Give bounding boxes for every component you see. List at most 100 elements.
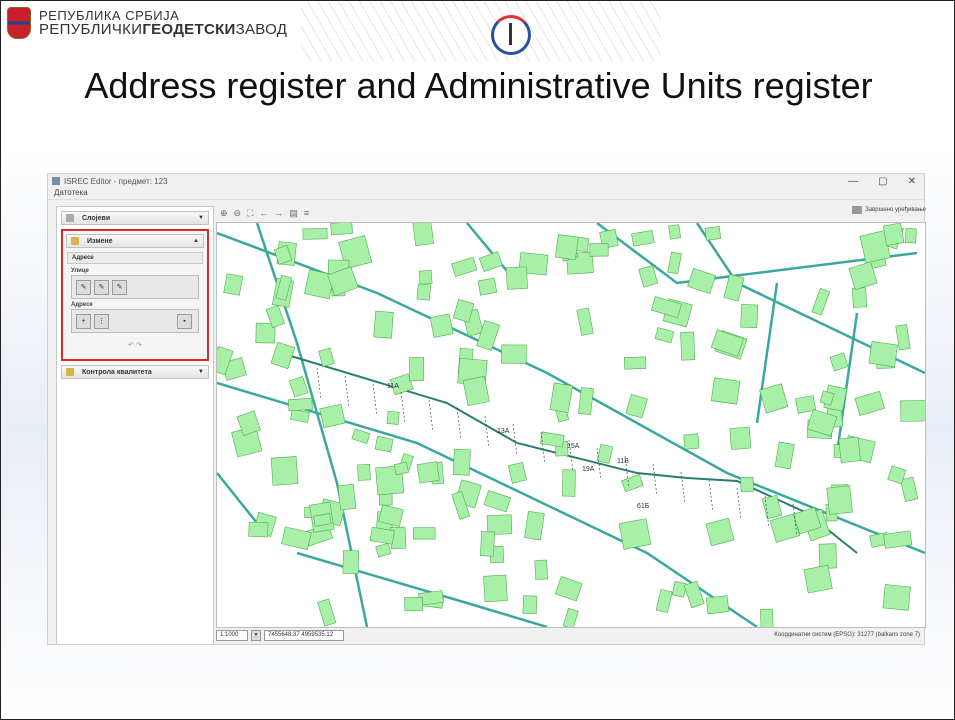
building-parcel	[668, 224, 682, 240]
streets-tool-group: ✎ ✎ ✎	[71, 275, 199, 299]
checklist-icon	[66, 368, 74, 376]
building-parcel	[596, 443, 614, 464]
back-icon[interactable]: ←	[259, 208, 268, 218]
close-button[interactable]: ✕	[908, 176, 916, 187]
building-parcel	[638, 265, 659, 288]
building-parcel	[811, 287, 831, 316]
building-parcel	[248, 521, 269, 538]
edit-street-button[interactable]: ✎	[94, 279, 109, 295]
building-parcel	[409, 357, 425, 382]
building-parcel	[555, 234, 579, 261]
minimize-button[interactable]: —	[848, 176, 858, 187]
building-parcel	[826, 485, 853, 515]
undo-redo-arrows[interactable]: ↶ ↷	[63, 341, 207, 349]
building-parcel	[287, 397, 313, 412]
address-connector	[484, 415, 490, 449]
organization-header: РЕПУБЛИКА СРБИЈА РЕПУБЛИЧКИГЕОДЕТСКИЗАВО…	[7, 7, 287, 39]
building-parcel	[270, 456, 299, 486]
sidebar: Слојеви ▼ Измене ▲ Адресе Улице ✎ ✎ ✎ Ад…	[56, 206, 214, 645]
maximize-button[interactable]: ▢	[878, 176, 887, 187]
cadastral-map[interactable]: 11A 13A 15A 19A 11В 61Б	[209, 220, 927, 630]
addresses-tool-group: + ⋮ ▪	[71, 309, 199, 333]
building-parcel	[838, 436, 861, 463]
house-number-label: 13A	[497, 428, 510, 435]
list-icon[interactable]: ≡	[304, 208, 309, 218]
edit-panel-header[interactable]: Измене ▲	[66, 234, 204, 248]
add-address-button[interactable]: +	[76, 313, 91, 329]
address-connector	[316, 367, 322, 401]
edit-panel-highlighted: Измене ▲ Адресе Улице ✎ ✎ ✎ Адресе + ⋮ ▪	[61, 229, 209, 361]
building-parcel	[803, 564, 833, 594]
building-parcel	[710, 329, 744, 357]
building-parcel	[270, 341, 296, 370]
table-icon[interactable]: ▤	[289, 208, 298, 219]
finish-editing-button[interactable]: Завршено уређивање	[852, 206, 926, 214]
isrec-editor-window: ISREC Editor - предмет: 123 — ▢ ✕ Датоте…	[47, 173, 928, 645]
building-parcel	[882, 584, 911, 611]
menu-file[interactable]: Датотека	[54, 188, 88, 197]
building-parcel	[480, 531, 495, 557]
map-toolbar: ⊕ ⊖ ⛶ ← → ▤ ≡ Завршено уређивање	[216, 206, 928, 220]
event-logo	[491, 15, 531, 55]
add-street-button[interactable]: ✎	[76, 279, 91, 295]
building-parcel	[562, 607, 579, 630]
coat-of-arms-logo	[7, 7, 31, 39]
chevron-up-icon: ▲	[193, 238, 199, 244]
move-address-button[interactable]: ⋮	[94, 313, 109, 329]
building-parcel	[477, 277, 498, 296]
building-parcel	[895, 324, 911, 351]
building-parcel	[319, 403, 346, 429]
building-parcel	[576, 307, 594, 336]
statusbar: 1:1000 ▼ 7455648.37 4959535.12 Координат…	[216, 628, 924, 642]
zoom-extent-icon[interactable]: ⛶	[247, 208, 253, 219]
building-parcel	[900, 476, 919, 502]
building-parcel	[317, 598, 337, 627]
building-parcel	[667, 251, 682, 275]
building-parcel	[621, 473, 644, 493]
building-parcel	[759, 383, 789, 414]
house-number-label: 11В	[617, 458, 629, 465]
building-parcel	[330, 221, 353, 236]
building-parcel	[562, 469, 576, 497]
building-parcel	[631, 230, 655, 247]
building-parcel	[578, 387, 594, 416]
address-options-button[interactable]: ▪	[177, 313, 192, 329]
address-connector	[428, 399, 434, 433]
building-parcel	[818, 543, 837, 569]
building-parcel	[723, 274, 745, 302]
scale-input[interactable]: 1:1000	[216, 629, 248, 641]
scale-dropdown-button[interactable]: ▼	[251, 629, 261, 641]
quality-control-panel-header[interactable]: Контрола квалитета ▼	[61, 365, 209, 379]
address-connector	[708, 479, 714, 513]
building-parcel	[829, 352, 849, 372]
building-parcel	[540, 431, 565, 448]
building-parcel	[740, 304, 759, 329]
address-connector	[372, 383, 378, 417]
building-parcel	[759, 608, 774, 629]
building-parcel	[478, 251, 503, 273]
address-connector	[456, 407, 462, 441]
addresses-subpanel-header[interactable]: Адресе	[67, 252, 203, 264]
layers-panel-header[interactable]: Слојеви ▼	[61, 211, 209, 225]
zoom-out-icon[interactable]: ⊖	[234, 208, 242, 219]
map-canvas[interactable]: 11A 13A 15A 19A 11В 61Б	[209, 220, 927, 630]
building-parcel	[318, 347, 335, 367]
building-parcel	[393, 461, 409, 476]
building-parcel	[650, 296, 682, 319]
forward-icon[interactable]: →	[274, 208, 283, 218]
address-connector	[736, 487, 742, 521]
building-parcel	[671, 581, 687, 598]
building-parcel	[505, 266, 528, 290]
building-parcel	[882, 222, 905, 246]
delete-street-button[interactable]: ✎	[112, 279, 127, 295]
building-parcel	[374, 435, 394, 453]
building-parcel	[288, 376, 309, 398]
building-parcel	[683, 580, 705, 609]
building-parcel	[451, 256, 478, 277]
window-titlebar: ISREC Editor - предмет: 123 — ▢ ✕	[48, 174, 924, 188]
org-name-line2: РЕПУБЛИЧКИГЕОДЕТСКИЗАВОД	[39, 21, 288, 38]
building-parcel	[452, 448, 471, 476]
crs-label: Координатни систем (EPSG): 31277 (balkan…	[774, 632, 920, 638]
chevron-down-icon: ▼	[198, 215, 204, 221]
zoom-in-icon[interactable]: ⊕	[220, 208, 228, 219]
